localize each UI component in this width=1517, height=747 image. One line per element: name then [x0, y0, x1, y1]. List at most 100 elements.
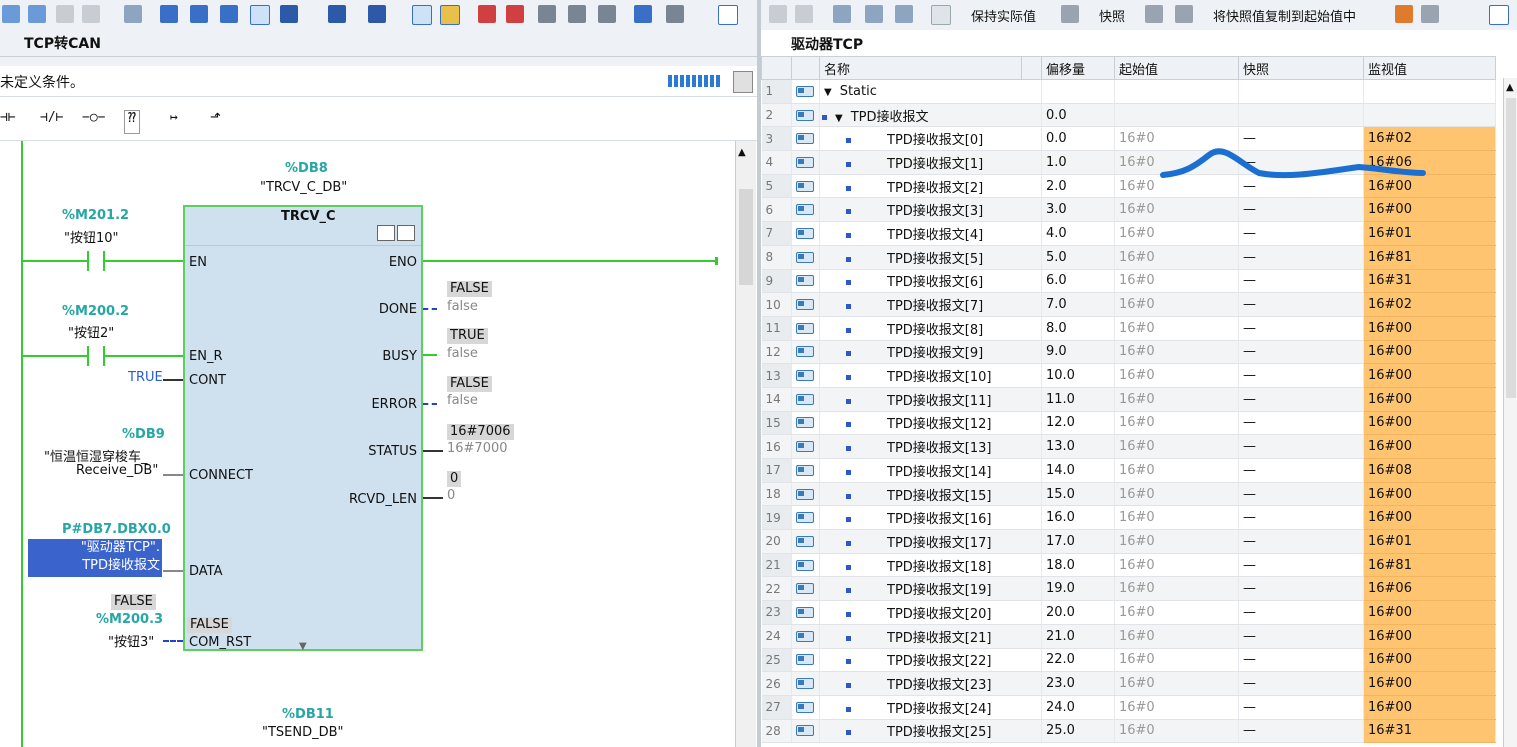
snapshot-cell[interactable]: — — [1238, 695, 1364, 720]
monitor-value-cell[interactable]: 16#08 — [1363, 458, 1496, 483]
column-offset[interactable]: 偏移量 — [1041, 56, 1115, 80]
start-value-cell[interactable]: 16#0 — [1114, 434, 1239, 459]
offset-cell[interactable]: 22.0 — [1041, 648, 1115, 673]
snapshot-cell[interactable]: — — [1238, 387, 1364, 412]
row-index[interactable]: 23 — [761, 600, 792, 625]
monitor-value-cell[interactable] — [1363, 79, 1496, 104]
window-toggle-icon[interactable] — [1489, 5, 1509, 25]
start-value-cell[interactable]: 16#0 — [1114, 197, 1239, 223]
offset-cell[interactable]: 15.0 — [1041, 482, 1115, 507]
table-row[interactable]: 13 TPD接收报文[10] 10.0 16#0—16#00 — [761, 363, 1496, 388]
snapshot-cell[interactable]: — — [1238, 505, 1364, 531]
close-branch-icon[interactable]: ⬏ — [210, 110, 221, 132]
name-cell[interactable]: TPD接收报文[8] — [819, 316, 1042, 341]
row-index[interactable]: 17 — [761, 458, 792, 483]
toolbar-icon[interactable] — [160, 5, 178, 23]
name-cell[interactable]: TPD接收报文[18] — [819, 553, 1042, 578]
row-index[interactable]: 19 — [761, 505, 792, 531]
monitor-value-cell[interactable]: 16#00 — [1363, 197, 1496, 223]
row-index[interactable]: 2 — [761, 103, 792, 128]
start-value-cell[interactable]: 16#0 — [1114, 505, 1239, 531]
name-cell[interactable]: TPD接收报文[3] — [819, 197, 1042, 223]
offset-cell[interactable]: 19.0 — [1041, 576, 1115, 602]
offset-cell[interactable]: 11.0 — [1041, 387, 1115, 412]
offset-cell[interactable]: 8.0 — [1041, 316, 1115, 341]
diagnostic-icon[interactable] — [397, 225, 415, 241]
offset-cell[interactable]: 16.0 — [1041, 505, 1115, 531]
splitter-bar[interactable] — [0, 57, 757, 66]
row-index[interactable]: 15 — [761, 411, 792, 436]
toolbar-icon[interactable] — [666, 5, 684, 23]
expand-arrow-icon[interactable]: ▼ — [299, 641, 307, 652]
row-index[interactable]: 27 — [761, 695, 792, 720]
offset-cell[interactable]: 0.0 — [1041, 126, 1115, 152]
start-value-cell[interactable]: 16#0 — [1114, 695, 1239, 720]
start-value-cell[interactable]: 16#0 — [1114, 553, 1239, 578]
table-row[interactable]: 2 ▼ TPD接收报文 0.0 — [761, 103, 1496, 128]
row-index[interactable]: 13 — [761, 363, 792, 388]
row-index[interactable]: 14 — [761, 387, 792, 412]
table-row[interactable]: 21 TPD接收报文[18] 18.0 16#0—16#81 — [761, 553, 1496, 578]
monitor-value-cell[interactable]: 16#00 — [1363, 600, 1496, 625]
monitor-value-cell[interactable]: 16#81 — [1363, 245, 1496, 270]
toolbar-icon[interactable] — [1145, 5, 1163, 23]
table-row[interactable]: 23 TPD接收报文[20] 20.0 16#0—16#00 — [761, 600, 1496, 625]
table-row[interactable]: 19 TPD接收报文[16] 16.0 16#0—16#00 — [761, 505, 1496, 531]
copy-snapshot-to-start-button[interactable]: 将快照值复制到起始值中 — [1213, 6, 1356, 25]
toolbar-icon[interactable] — [368, 5, 386, 23]
connect-symbol-line2[interactable]: Receive_DB" — [76, 463, 158, 478]
snapshot-cell[interactable]: — — [1238, 458, 1364, 483]
toolbar-icon[interactable] — [1395, 5, 1413, 23]
table-row[interactable]: 25 TPD接收报文[22] 22.0 16#0—16#00 — [761, 648, 1496, 673]
row-index[interactable]: 4 — [761, 150, 792, 175]
scroll-thumb[interactable] — [1506, 98, 1516, 398]
name-cell[interactable]: TPD接收报文[25] — [819, 719, 1042, 744]
offset-cell[interactable]: 21.0 — [1041, 624, 1115, 649]
toolbar-icon[interactable] — [56, 5, 74, 23]
offset-cell[interactable]: 10.0 — [1041, 363, 1115, 388]
row-index[interactable]: 28 — [761, 719, 792, 744]
table-row[interactable]: 24 TPD接收报文[21] 21.0 16#0—16#00 — [761, 624, 1496, 649]
offset-cell[interactable]: 13.0 — [1041, 434, 1115, 459]
offset-cell[interactable]: 24.0 — [1041, 695, 1115, 720]
column-start-value[interactable]: 起始值 — [1114, 56, 1239, 80]
name-cell[interactable]: TPD接收报文[2] — [819, 174, 1042, 199]
name-cell[interactable]: TPD接收报文[9] — [819, 340, 1042, 365]
name-cell[interactable]: TPD接收报文[23] — [819, 671, 1042, 696]
start-value-cell[interactable]: 16#0 — [1114, 292, 1239, 317]
start-value-cell[interactable] — [1114, 79, 1239, 104]
next-db-name[interactable]: "TSEND_DB" — [262, 725, 344, 740]
name-cell[interactable]: TPD接收报文[15] — [819, 482, 1042, 507]
column-name[interactable]: 名称 — [819, 56, 1022, 80]
data-symbol-selected[interactable]: "驱动器TCP". TPD接收报文 — [28, 539, 162, 577]
open-branch-icon[interactable]: ↦ — [170, 110, 178, 132]
snapshot-cell[interactable]: — — [1238, 245, 1364, 270]
monitor-value-cell[interactable]: 16#06 — [1363, 576, 1496, 602]
offset-cell[interactable]: 4.0 — [1041, 221, 1115, 246]
monitor-value-cell[interactable]: 16#81 — [1363, 553, 1496, 578]
start-value-cell[interactable]: 16#0 — [1114, 221, 1239, 246]
start-value-cell[interactable]: 16#0 — [1114, 600, 1239, 625]
offset-cell[interactable]: 25.0 — [1041, 719, 1115, 744]
offset-cell[interactable]: 9.0 — [1041, 340, 1115, 365]
toolbar-icon[interactable] — [412, 5, 432, 25]
scroll-up-icon[interactable]: ▲ — [1506, 82, 1514, 93]
name-cell[interactable]: TPD接收报文[7] — [819, 292, 1042, 317]
monitor-value-cell[interactable]: 16#02 — [1363, 292, 1496, 317]
row-index[interactable]: 20 — [761, 529, 792, 554]
monitor-value-cell[interactable]: 16#00 — [1363, 316, 1496, 341]
monitor-value-cell[interactable]: 16#00 — [1363, 671, 1496, 696]
toolbar-icon[interactable] — [865, 5, 883, 23]
name-cell[interactable]: ▼ Static — [819, 79, 1042, 104]
monitor-value-cell[interactable]: 16#00 — [1363, 505, 1496, 531]
toolbar-icon[interactable] — [833, 5, 851, 23]
snapshot-cell[interactable]: — — [1238, 624, 1364, 649]
favorites-icon[interactable] — [440, 5, 460, 25]
row-index[interactable]: 11 — [761, 316, 792, 341]
table-row[interactable]: 27 TPD接收报文[24] 24.0 16#0—16#00 — [761, 695, 1496, 720]
comment-icon[interactable] — [250, 5, 270, 25]
row-index[interactable]: 25 — [761, 648, 792, 673]
monitor-value-cell[interactable]: 16#31 — [1363, 719, 1496, 744]
snapshot-cell[interactable]: — — [1238, 340, 1364, 365]
comrst-symbol[interactable]: "按钮3" — [108, 631, 154, 650]
